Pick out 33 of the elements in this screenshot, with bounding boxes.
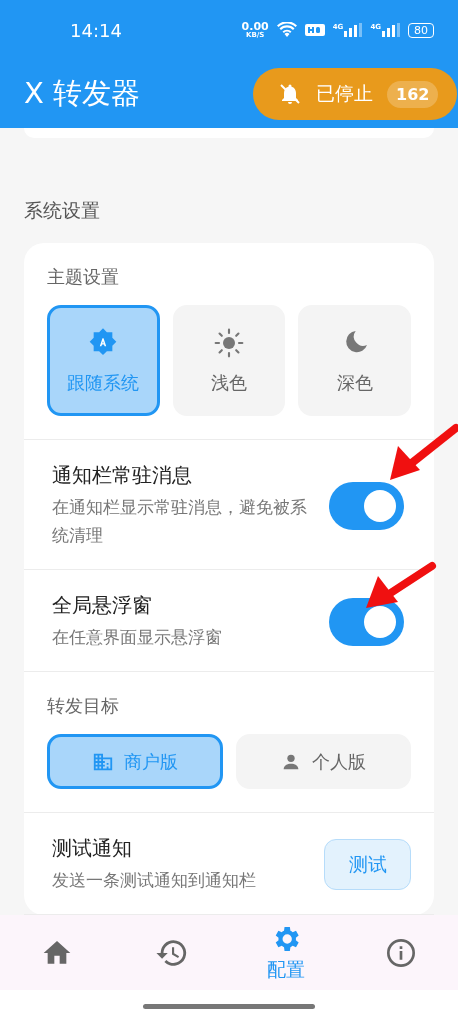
setting-description: 发送一条测试通知到通知栏 — [52, 869, 257, 892]
app-title: X 转发器 — [24, 75, 141, 112]
bell-off-icon — [278, 81, 302, 107]
toggle-switch[interactable] — [329, 597, 404, 646]
theme-option[interactable]: 深色 — [298, 305, 411, 416]
hd-icon — [304, 23, 325, 37]
signal-icon — [382, 23, 400, 37]
sun-icon — [213, 326, 245, 359]
signal-icon — [344, 23, 363, 37]
wifi-icon — [276, 22, 297, 38]
target-option[interactable]: 个人版 — [235, 734, 411, 789]
setting-title: 全局悬浮窗 — [52, 592, 153, 619]
setting-description: 在任意界面显示悬浮窗 — [52, 626, 223, 649]
info-icon — [384, 936, 417, 969]
setting-description: 在通知栏显示常驻消息，避免被系统清理 — [52, 496, 308, 547]
setting-title: 通知栏常驻消息 — [52, 462, 193, 489]
theme-option[interactable]: 浅色 — [172, 305, 286, 416]
network-speed: 0.00 — [241, 21, 269, 32]
nav-item[interactable]: 配置 — [251, 922, 322, 983]
target-label: 转发目标 — [47, 694, 120, 718]
home-indicator[interactable] — [143, 1003, 315, 1009]
battery-indicator: 80 — [408, 22, 434, 38]
service-status-chip[interactable]: 已停止 162 — [253, 68, 457, 120]
toggle-switch[interactable] — [329, 481, 404, 530]
section-title: 系统设置 — [24, 198, 101, 223]
theme-option[interactable]: 跟随系统 — [47, 305, 160, 416]
status-time: 14:14 — [70, 19, 122, 41]
test-button[interactable]: 测试 — [324, 839, 411, 890]
target-option[interactable]: 商户版 — [47, 734, 223, 789]
status-label: 已停止 — [316, 81, 373, 106]
forward-count-badge: 162 — [387, 80, 439, 108]
setting-title: 测试通知 — [52, 835, 133, 862]
theme-label: 主题设置 — [47, 265, 120, 289]
